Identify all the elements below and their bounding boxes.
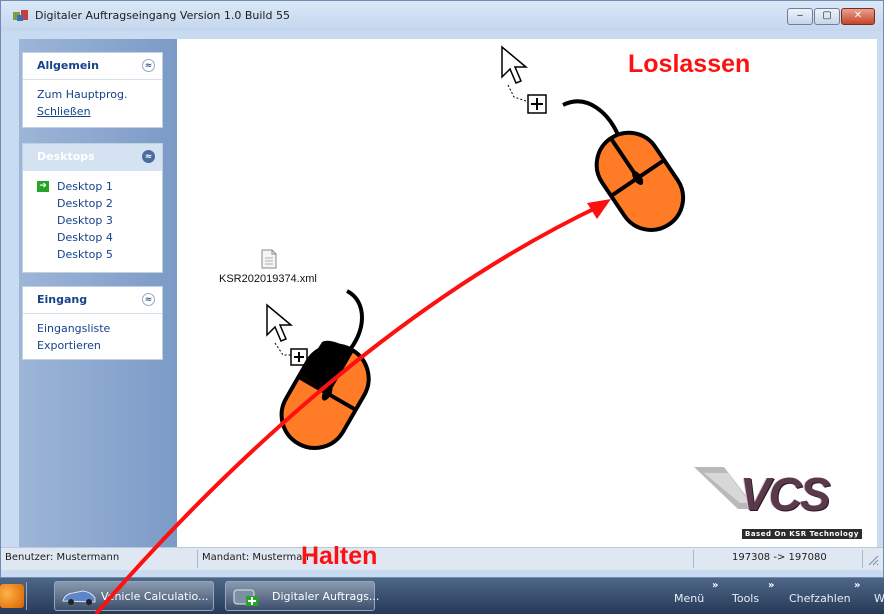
loslassen-label: Loslassen — [628, 50, 751, 78]
halten-label: Halten — [301, 542, 378, 570]
drag-arrow-annotation — [94, 199, 611, 614]
